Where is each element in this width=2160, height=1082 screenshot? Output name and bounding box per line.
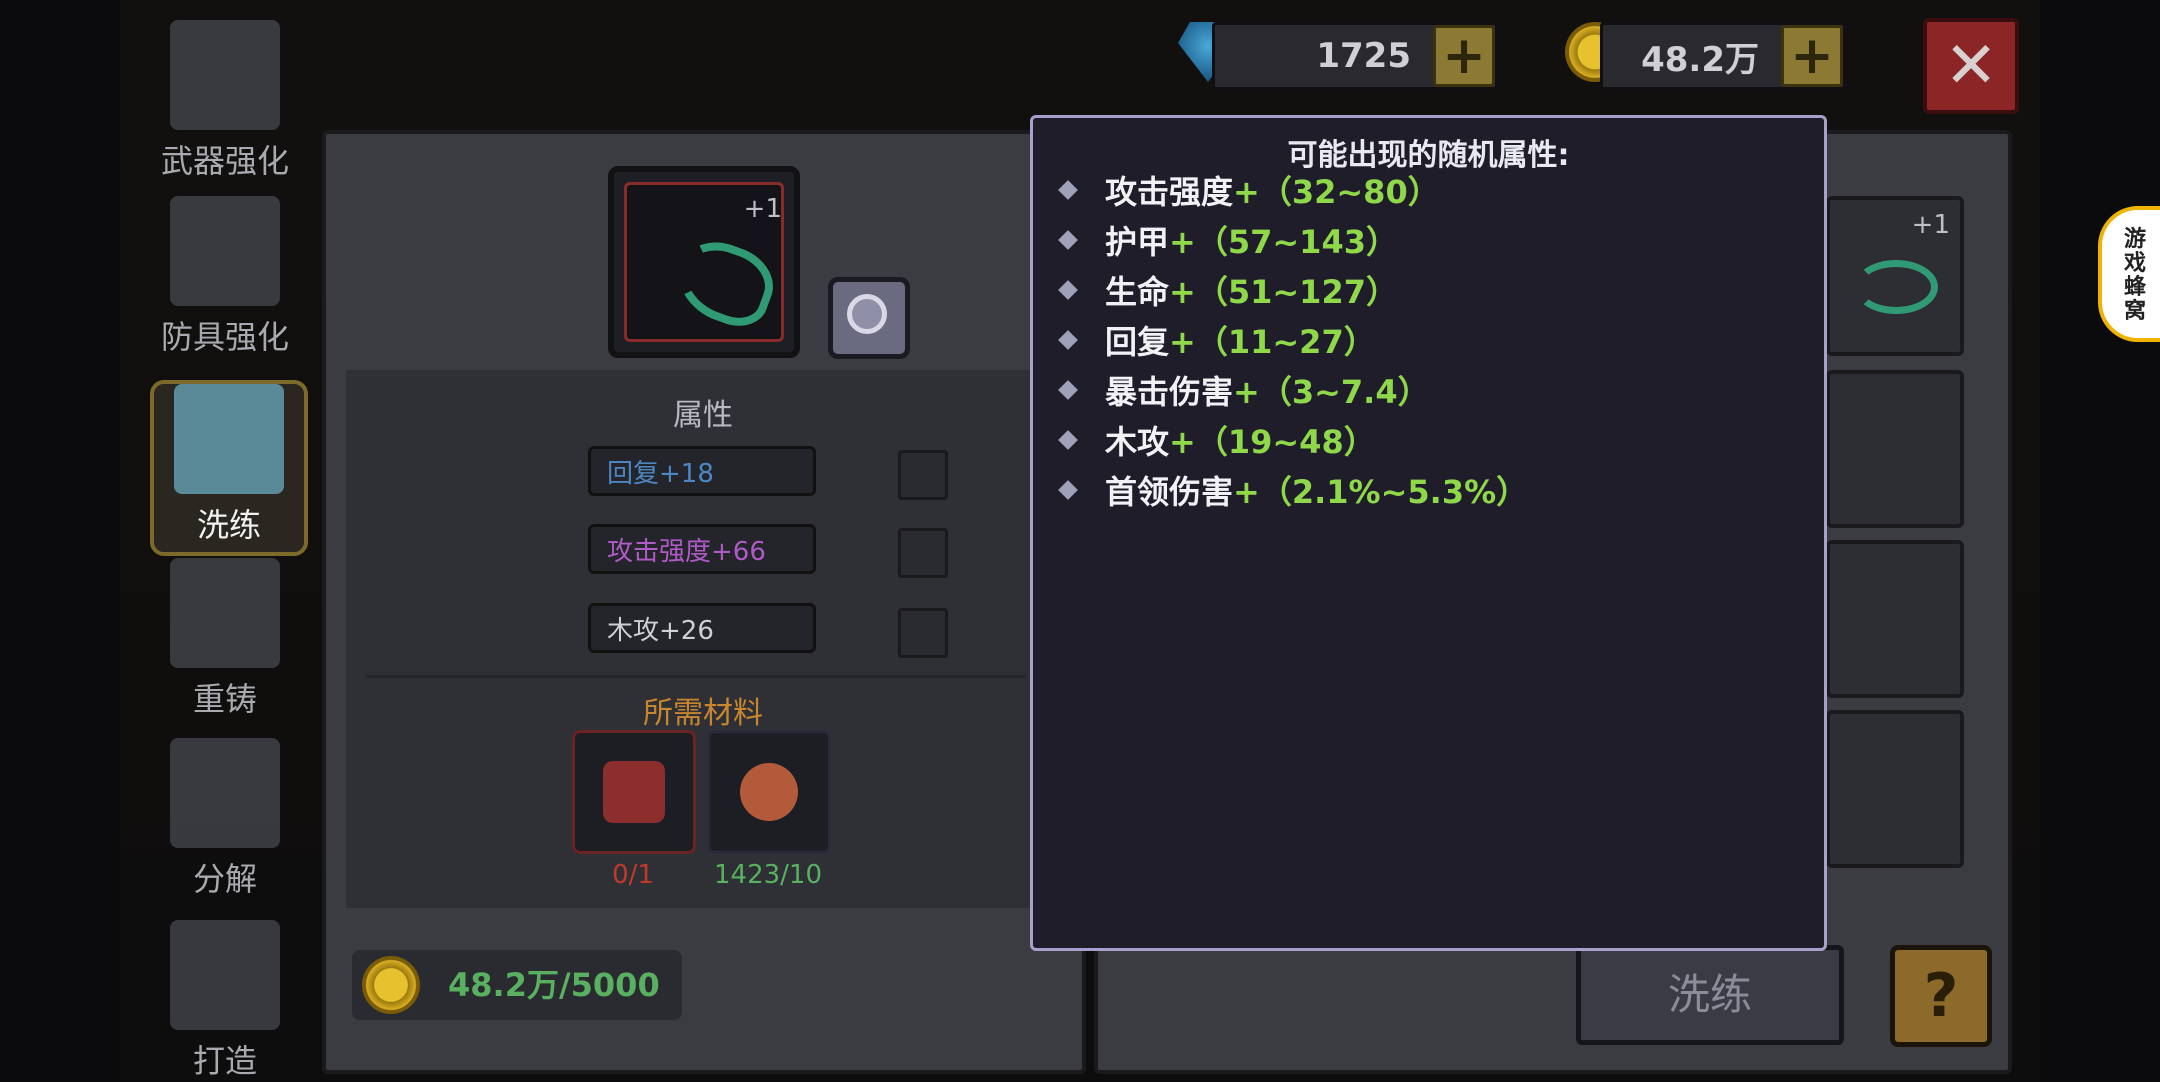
material-count: 0/1 xyxy=(612,860,654,890)
floating-badge[interactable]: 游戏蜂窝 xyxy=(2098,206,2160,342)
attribute-name: 回复 xyxy=(1105,323,1170,361)
bullet-icon xyxy=(1058,430,1078,450)
attribute-range: +（2.1%~5.3%） xyxy=(1233,473,1529,511)
tooltip-row: 生命 +（51~127） xyxy=(1058,270,1398,311)
cost-bar: 48.2万/5000 xyxy=(352,950,682,1020)
inspect-button[interactable] xyxy=(828,277,910,359)
item-level: +1 xyxy=(743,194,782,224)
preview-attribute-slot xyxy=(1826,370,1964,528)
attribute-range: +（32~80） xyxy=(1233,173,1440,211)
attribute-name: 暴击伤害 xyxy=(1105,373,1234,411)
nav-weapon-upgrade[interactable]: 武器强化 xyxy=(150,20,300,182)
floating-badge-text: 游戏蜂窝 xyxy=(2124,227,2147,324)
material-count: 1423/10 xyxy=(713,860,822,890)
add-gems-button[interactable]: + xyxy=(1433,25,1495,87)
bullet-icon xyxy=(1058,380,1078,400)
attribute-range: +（51~127） xyxy=(1169,273,1398,311)
armor-upgrade-icon xyxy=(170,196,280,306)
bullet-icon xyxy=(1058,230,1078,250)
attribute-range: +（11~27） xyxy=(1169,323,1376,361)
material-slot[interactable] xyxy=(572,730,696,854)
hammer-icon xyxy=(170,920,280,1030)
cauldron-icon xyxy=(170,738,280,848)
tooltip-row: 攻击强度 +（32~80） xyxy=(1058,170,1440,211)
nav-label: 洗练 xyxy=(196,506,261,544)
cost-text: 48.2万/5000 xyxy=(448,966,660,1004)
bullet-icon xyxy=(1058,280,1078,300)
lock-checkbox[interactable] xyxy=(898,528,948,578)
bullet-icon xyxy=(1058,330,1078,350)
help-button[interactable]: ? xyxy=(1890,945,1992,1047)
attribute-row: 回复+18 xyxy=(588,446,816,496)
scythe-weapon-icon xyxy=(666,230,784,336)
lock-checkbox[interactable] xyxy=(898,450,948,500)
attribute-name: 攻击强度 xyxy=(1105,173,1234,211)
nav-craft[interactable]: 打造 xyxy=(150,920,300,1082)
attribute-range: +（57~143） xyxy=(1169,223,1398,261)
tooltip-row: 暴击伤害 +（3~7.4） xyxy=(1058,370,1430,411)
gem-count: 1725 xyxy=(1316,36,1411,76)
scythe-weapon-icon xyxy=(1854,260,1938,314)
tooltip-row: 回复 +（11~27） xyxy=(1058,320,1376,361)
attribute-range: +（19~48） xyxy=(1169,423,1376,461)
tooltip-row: 护甲 +（57~143） xyxy=(1058,220,1398,261)
nav-label: 分解 xyxy=(192,860,257,898)
bullet-icon xyxy=(1058,480,1078,500)
magnifier-icon xyxy=(847,294,887,334)
close-icon: ✕ xyxy=(1944,29,1998,103)
nav-refine[interactable]: 洗练 xyxy=(150,380,308,556)
gem-counter: 1725 + xyxy=(1212,22,1498,90)
attribute-name: 首领伤害 xyxy=(1105,473,1234,511)
coin-icon xyxy=(362,956,420,1014)
copper-ore-icon xyxy=(740,763,798,821)
reforge-icon xyxy=(170,558,280,668)
refine-button[interactable]: 洗练 xyxy=(1576,945,1844,1045)
bullet-icon xyxy=(1058,180,1078,200)
preview-attribute-slot xyxy=(1826,710,1964,868)
close-button[interactable]: ✕ xyxy=(1923,18,2019,114)
preview-item-slot[interactable]: +1 xyxy=(1826,196,1964,356)
material-slot[interactable] xyxy=(707,730,831,854)
materials-title: 所需材料 xyxy=(643,696,763,731)
attribute-name: 生命 xyxy=(1105,273,1170,311)
nav-reforge[interactable]: 重铸 xyxy=(150,558,300,720)
attributes-title: 属性 xyxy=(673,398,733,433)
attribute-range: +（3~7.4） xyxy=(1233,373,1430,411)
nav-label: 重铸 xyxy=(192,680,257,718)
nav-decompose[interactable]: 分解 xyxy=(150,738,300,900)
gold-count: 48.2万 xyxy=(1641,39,1759,80)
section-divider xyxy=(366,675,1026,678)
nav-armor-upgrade[interactable]: 防具强化 xyxy=(150,196,300,358)
attribute-row: 攻击强度+66 xyxy=(588,524,816,574)
gold-counter: 48.2万 + xyxy=(1600,22,1846,90)
tooltip-row: 木攻 +（19~48） xyxy=(1058,420,1376,461)
add-gold-button[interactable]: + xyxy=(1781,25,1843,87)
equipped-item-slot[interactable]: +1 xyxy=(608,166,800,358)
attribute-name: 木攻 xyxy=(1105,423,1170,461)
scythe-material-icon xyxy=(603,761,665,823)
attribute-row: 木攻+26 xyxy=(588,603,816,653)
preview-attribute-slot xyxy=(1826,540,1964,698)
sword-upgrade-icon xyxy=(170,20,280,130)
preview-item-level: +1 xyxy=(1911,210,1950,240)
lock-checkbox[interactable] xyxy=(898,608,948,658)
tooltip-row: 首领伤害 +（2.1%~5.3%） xyxy=(1058,470,1529,511)
refine-icon xyxy=(174,384,284,494)
random-attributes-tooltip: 可能出现的随机属性: 攻击强度 +（32~80） 护甲 +（57~143） 生命… xyxy=(1030,115,1827,951)
nav-label: 防具强化 xyxy=(160,318,289,356)
nav-label: 打造 xyxy=(192,1042,257,1080)
attribute-name: 护甲 xyxy=(1105,223,1170,261)
nav-label: 武器强化 xyxy=(160,142,289,180)
